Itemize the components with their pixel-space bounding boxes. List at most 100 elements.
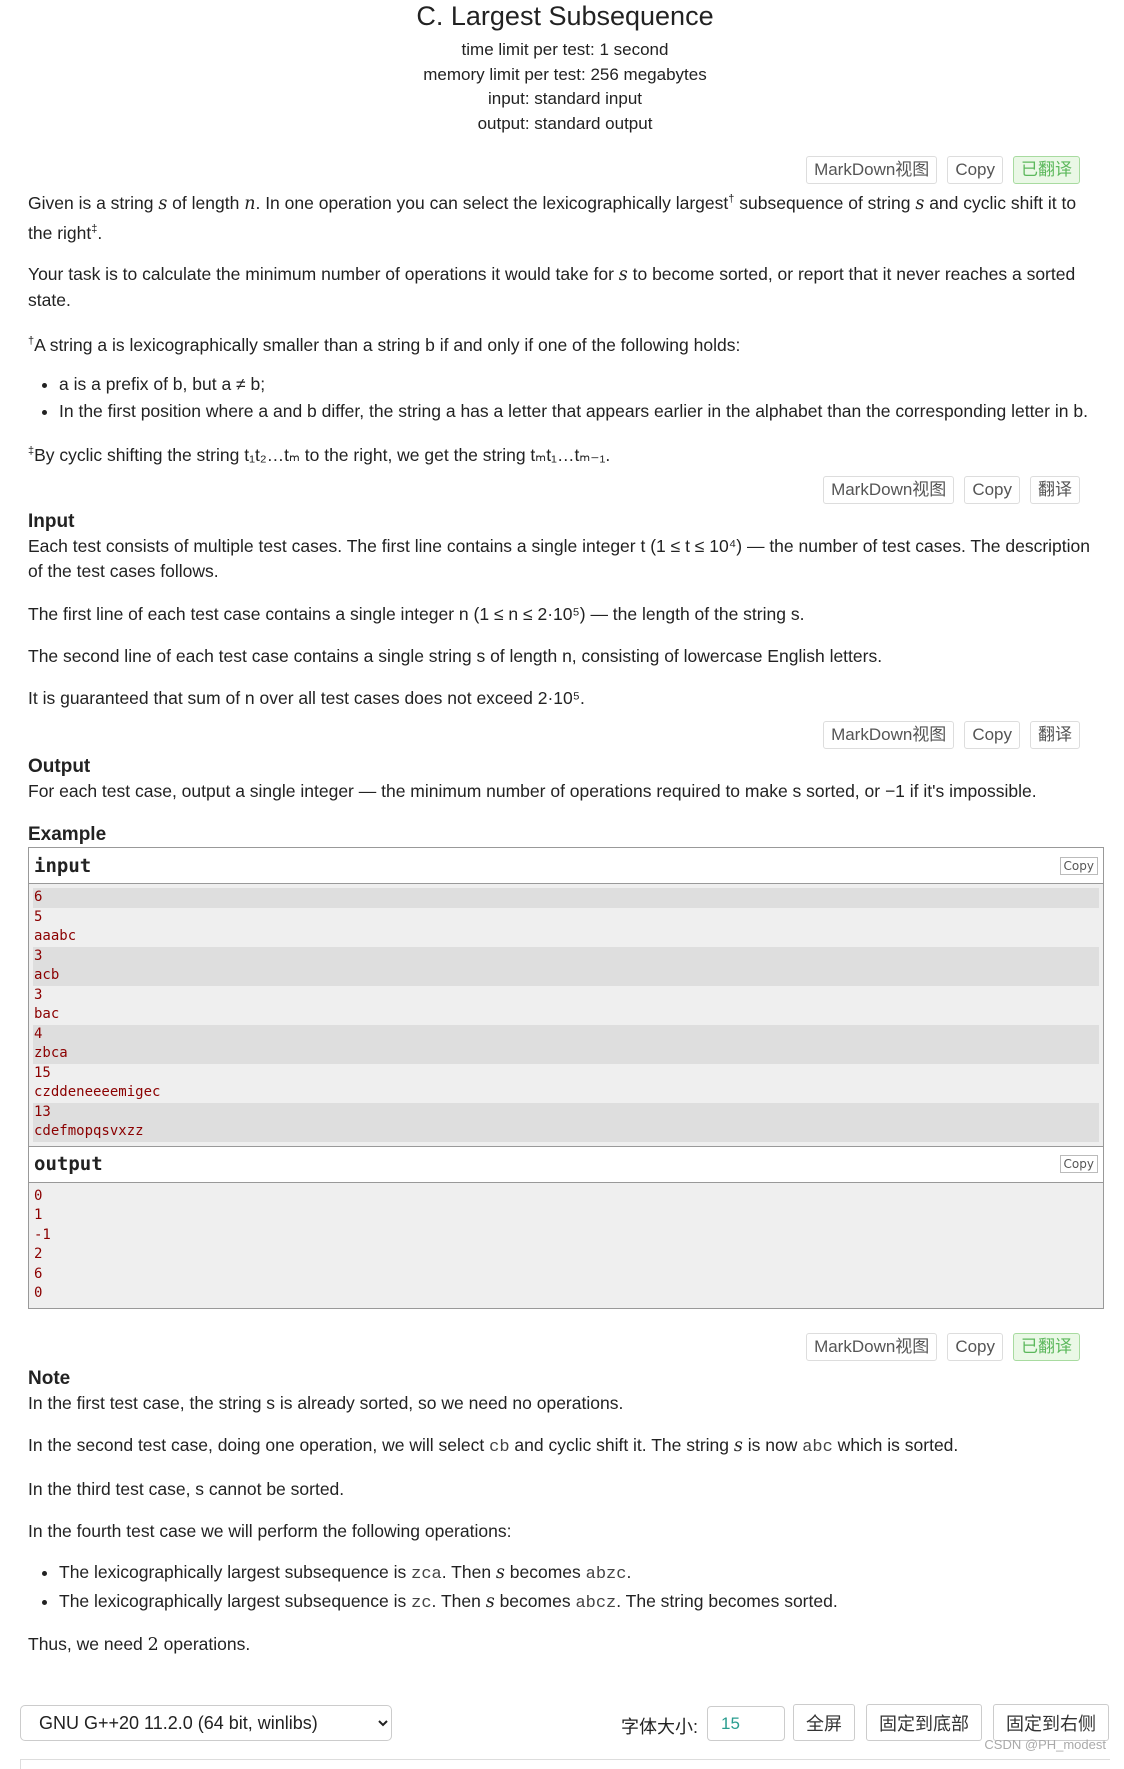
text: In the second test case, doing one opera… [28, 1434, 490, 1455]
math-n: n [244, 193, 256, 214]
text: Your task is to calculate the minimum nu… [28, 263, 619, 284]
example-input-line: czddeneeeemigec [34, 1084, 161, 1101]
problem-statement: C. Largest Subsequence time limit per te… [28, 0, 1104, 1658]
note-paragraph-3: In the third test case, s cannot be sort… [28, 1478, 345, 1499]
example-input-line: 6 [33, 888, 1099, 908]
output-paragraph: For each test case, output a single inte… [28, 781, 1037, 802]
example-output-content: 0 1 -1 2 6 0 [29, 1182, 1103, 1308]
problem-header: C. Largest Subsequence time limit per te… [28, 1, 1102, 136]
example-input-line: aaabc [34, 928, 77, 945]
input-paragraph-2: The first line of each test case contain… [28, 604, 805, 625]
example-output-label: output [34, 1153, 103, 1176]
text: A string a is lexicographically smaller … [34, 334, 741, 355]
submit-bar: GNU G++20 11.2.0 (64 bit, winlibs) 字体大小:… [0, 1703, 1124, 1769]
code: abcz [575, 1593, 617, 1613]
list-item: The lexicographically largest subsequenc… [59, 1559, 1102, 1588]
copy-button[interactable]: Copy [964, 721, 1020, 750]
text: becomes [504, 1561, 586, 1582]
example-output-line: 1 [34, 1207, 43, 1224]
text: is now [742, 1434, 803, 1455]
list-item: In the first position where a and b diff… [59, 398, 1102, 425]
example-input-line: bac [34, 1006, 60, 1023]
copy-button[interactable]: Copy [947, 156, 1003, 184]
example-output-box: output Copy 0 1 -1 2 6 0 [28, 1146, 1104, 1309]
example-output-line: 0 [34, 1187, 43, 1204]
example-output-line: 2 [34, 1246, 43, 1263]
translated-button[interactable]: 已翻译 [1013, 156, 1080, 184]
input-toolbar: MarkDown视图 Copy 翻译 [28, 476, 1102, 505]
code: zca [411, 1564, 442, 1584]
statement-paragraph-2: Your task is to calculate the minimum nu… [28, 262, 1102, 313]
markdown-view-button[interactable]: MarkDown视图 [823, 721, 955, 750]
problem-title: C. Largest Subsequence [416, 1, 714, 31]
text: of length [167, 192, 245, 213]
output-heading: Output [28, 756, 91, 778]
copy-button[interactable]: Copy [947, 1332, 1003, 1361]
markdown-view-button[interactable]: MarkDown视图 [806, 1332, 938, 1361]
example-input-line: 13 [33, 1102, 1099, 1123]
list-item: The lexicographically largest subsequenc… [59, 1588, 1102, 1617]
markdown-view-button[interactable]: MarkDown视图 [823, 476, 955, 505]
example-input-line: 3 [34, 986, 43, 1003]
translate-button[interactable]: 翻译 [1030, 476, 1080, 505]
example-input-line: cdefmopqsvxzz [33, 1122, 1099, 1142]
note-paragraph-4: In the fourth test case we will perform … [28, 1520, 512, 1541]
text: By cyclic shifting the string t₁t₂…tₘ to… [34, 445, 611, 466]
pin-bottom-button[interactable]: 固定到底部 [866, 1704, 982, 1741]
pin-right-button[interactable]: 固定到右侧 [993, 1704, 1109, 1741]
lex-rules-list: a is a prefix of b, but a ≠ b; In the fi… [28, 371, 1102, 425]
watermark: CSDN @PH_modest [984, 1737, 1106, 1752]
copy-input-button[interactable]: Copy [1059, 856, 1098, 875]
translated-button[interactable]: 已翻译 [1013, 1332, 1080, 1361]
input-paragraph-3: The second line of each test case contai… [28, 646, 883, 667]
example-input-content: 6 5 aaabc 3 acb 3 bac 4 zbca 15 czddeneeeemigec 13 c… [29, 884, 1103, 1146]
code: cb [489, 1437, 510, 1457]
copy-button[interactable]: Copy [964, 476, 1020, 505]
font-size-input[interactable] [707, 1706, 785, 1741]
example-input-line: 3 [33, 946, 1099, 967]
note-operations-list: The lexicographically largest subsequenc… [28, 1559, 1102, 1617]
text: and cyclic shift it. The string [509, 1434, 734, 1455]
problem-limits: time limit per test: 1 second memory lim… [28, 38, 1102, 136]
text: The lexicographically largest subsequenc… [59, 1561, 412, 1582]
example-output-line: 6 [34, 1265, 43, 1282]
input-heading: Input [28, 511, 75, 533]
example-input-line: zbca [33, 1044, 1099, 1064]
math-s: s [733, 1435, 743, 1456]
input-type: input: standard input [487, 89, 643, 108]
math-s: s [618, 264, 628, 285]
text: . The string becomes sorted. [616, 1590, 838, 1611]
example-input-line: 5 [34, 908, 43, 925]
text: . [97, 222, 103, 243]
translate-button[interactable]: 翻译 [1030, 721, 1080, 750]
text: Thus, we need [28, 1633, 148, 1654]
math-s: s [495, 1562, 505, 1583]
memory-limit: memory limit per test: 256 megabytes [423, 64, 707, 84]
example-output-header: output Copy [29, 1147, 1103, 1183]
text: The lexicographically largest subsequenc… [59, 1590, 412, 1611]
math-s: s [485, 1591, 495, 1612]
math-number: 2 [147, 1634, 159, 1655]
text: which is sorted. [832, 1434, 959, 1455]
code: zc [411, 1593, 432, 1613]
font-size-label: 字体大小: [621, 1717, 699, 1737]
example-output-line: -1 [34, 1226, 51, 1243]
note-paragraph-5: Thus, we need 2 operations. [28, 1632, 1102, 1658]
statement-toolbar: MarkDown视图 Copy 已翻译 [28, 156, 1102, 184]
code: abzc [585, 1564, 627, 1584]
footnote-1: †A string a is lexicographically smaller… [28, 329, 1102, 358]
footnote-2: ‡By cyclic shifting the string t₁t₂…tₘ t… [28, 439, 1102, 468]
compiler-select[interactable]: GNU G++20 11.2.0 (64 bit, winlibs) [20, 1705, 392, 1741]
note-paragraph-2: In the second test case, doing one opera… [28, 1433, 1102, 1460]
output-type: output: standard output [477, 113, 653, 133]
markdown-view-button[interactable]: MarkDown视图 [806, 156, 938, 184]
text: . Then [441, 1561, 496, 1582]
example-input-line: 4 [33, 1024, 1099, 1045]
copy-output-button[interactable]: Copy [1059, 1155, 1098, 1174]
example-input-label: input [34, 854, 92, 877]
math-s: s [158, 193, 168, 214]
statement-paragraph-1: Given is a string s of length n. In one … [28, 187, 1102, 246]
fullscreen-button[interactable]: 全屏 [793, 1704, 855, 1741]
output-toolbar: MarkDown视图 Copy 翻译 [28, 721, 1102, 750]
time-limit: time limit per test: 1 second [461, 40, 669, 59]
